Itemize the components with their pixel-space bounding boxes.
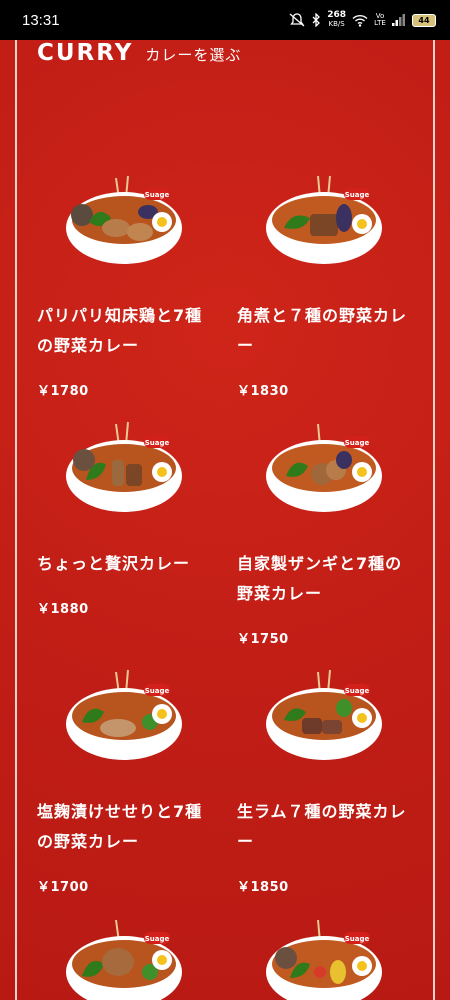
- section-title-jp: カレーを選ぶ: [145, 46, 242, 64]
- menu-item-price: ￥1780: [37, 384, 89, 399]
- dish-badge: Suage: [345, 191, 370, 199]
- signal-icon: [392, 14, 406, 26]
- network-speed: 268 KB/S: [327, 11, 346, 29]
- curry-dish-image: Suage: [266, 423, 382, 512]
- dish-badge: Suage: [345, 935, 370, 943]
- status-time: 13:31: [22, 11, 60, 29]
- dish-badge: Suage: [345, 439, 370, 447]
- speed-unit: KB/S: [328, 20, 345, 28]
- curry-dish-image: Suage: [66, 421, 182, 512]
- frame-line-right: [433, 40, 435, 1000]
- status-bar: 13:31 268 KB/S Vo LTE 44: [0, 0, 450, 40]
- section-title: CURRY カレーを選ぶ: [37, 40, 241, 66]
- menu-item-name: 塩麹漬けせせりと7種の野菜カレー: [37, 802, 203, 851]
- mute-bell-icon: [289, 13, 305, 27]
- curry-dish-image: Suage: [66, 175, 182, 264]
- menu-item-name: パリパリ知床鶏と7種の野菜カレー: [37, 306, 203, 355]
- dish-badge: Suage: [345, 687, 370, 695]
- menu-item-name: 生ラム７種の野菜カレー: [237, 802, 407, 851]
- status-icons: 268 KB/S Vo LTE 44: [289, 11, 436, 29]
- menu-item-name: 角煮と７種の野菜カレー: [237, 306, 408, 355]
- menu-item-price: ￥1830: [237, 384, 289, 399]
- dish-badge: Suage: [145, 439, 170, 447]
- curry-dish-image: Suage: [266, 669, 382, 760]
- curry-dish-image: Suage: [266, 175, 382, 264]
- wifi-icon: [352, 14, 368, 27]
- speed-value: 268: [327, 10, 346, 20]
- bluetooth-icon: [311, 13, 321, 27]
- menu-item-price: ￥1750: [237, 632, 289, 647]
- dish-badge: Suage: [145, 687, 170, 695]
- menu-item-price: ￥1880: [37, 602, 89, 617]
- battery-icon: 44: [412, 13, 436, 27]
- curry-dish-image: Suage: [266, 919, 382, 1000]
- menu-item-price: ￥1850: [237, 880, 289, 895]
- dish-badge: Suage: [145, 191, 170, 199]
- curry-dish-image: Suage: [66, 919, 182, 1000]
- menu-item-name: ちょっと贅沢カレー: [37, 554, 191, 573]
- menu-item-price: ￥1700: [37, 880, 89, 895]
- curry-dish-image: Suage: [66, 669, 182, 760]
- menu-page: CURRY カレーを選ぶ Suage パリパリ知床鶏と7種の野菜カレー ￥178…: [0, 40, 450, 1000]
- frame-line-left: [15, 40, 17, 1000]
- volte-icon: Vo LTE: [374, 12, 386, 27]
- menu-item-name: 自家製ザンギと7種の野菜カレー: [237, 554, 403, 603]
- section-title-en: CURRY: [37, 40, 134, 66]
- dish-badge: Suage: [145, 935, 170, 943]
